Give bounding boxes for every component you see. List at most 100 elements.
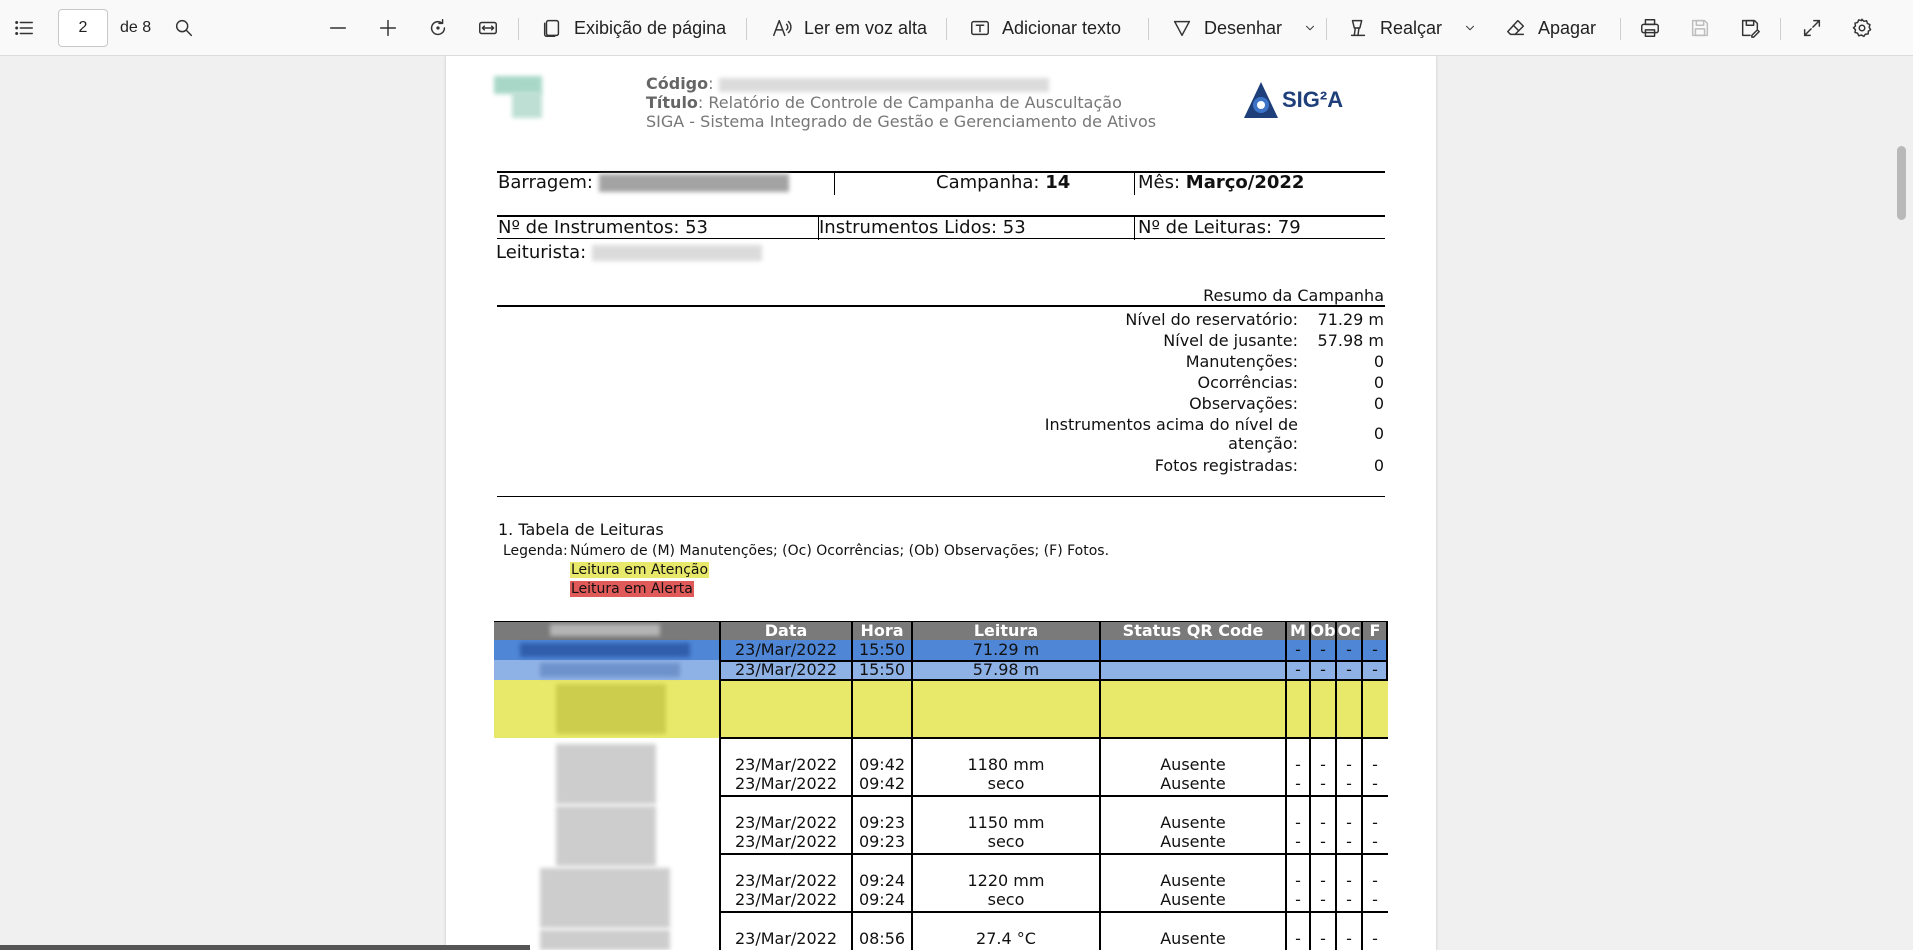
mes-label: Mês:: [1138, 172, 1181, 193]
draw-options-button[interactable]: [1296, 0, 1324, 56]
company-logo-part: [512, 92, 542, 118]
divider: [497, 238, 1385, 239]
cell-m: -: [1295, 871, 1301, 890]
column-divider: [851, 621, 853, 950]
barragem-field: Barragem:: [498, 172, 789, 193]
legenda-label: Legenda:: [503, 543, 568, 559]
draw-button[interactable]: Desenhar: [1168, 0, 1282, 56]
highlight-button[interactable]: Realçar: [1344, 0, 1442, 56]
read-aloud-button[interactable]: Ler em voz alta: [768, 0, 927, 56]
save-as-button[interactable]: [1736, 0, 1764, 56]
row-divider: [720, 737, 1388, 739]
resumo-title: Resumo da Campanha: [1203, 286, 1384, 305]
scroll-thumb[interactable]: [1897, 146, 1906, 220]
save-button[interactable]: [1686, 0, 1714, 56]
cell-oc: -: [1346, 871, 1352, 890]
plus-icon: [374, 14, 402, 42]
toolbar-divider: [746, 18, 747, 40]
cell-oc: -: [1346, 890, 1352, 909]
cell-date: 23/Mar/2022: [734, 755, 838, 774]
mes-value: Março/2022: [1185, 172, 1305, 193]
cell-oc: -: [1346, 640, 1352, 659]
toolbar-divider: [1780, 18, 1781, 40]
column-divider: [1309, 621, 1311, 950]
header-instrumento-redacted: [550, 624, 660, 636]
resumo-value: 0: [1373, 373, 1384, 392]
cell-ob: -: [1320, 813, 1326, 832]
draw-icon: [1168, 14, 1196, 42]
rotate-button[interactable]: [424, 0, 452, 56]
section-title: 1. Tabela de Leituras: [498, 520, 664, 539]
legend-alerta: Leitura em Alerta: [570, 581, 694, 597]
row-divider: [720, 795, 1388, 797]
cell-m: -: [1295, 832, 1301, 851]
erase-button[interactable]: Apagar: [1502, 0, 1596, 56]
header-system: SIGA - Sistema Integrado de Gestão e Ger…: [646, 112, 1157, 131]
gear-icon: [1848, 14, 1876, 42]
page-number-input[interactable]: [58, 9, 108, 47]
siga-logo: SIG²A: [1242, 80, 1343, 120]
cell-qr-status: Ausente: [1160, 929, 1226, 948]
legenda-text: Número de (M) Manutenções; (Oc) Ocorrênc…: [570, 543, 1110, 559]
cell-qr-status: Ausente: [1160, 871, 1226, 890]
save-as-icon: [1736, 14, 1764, 42]
vertical-scrollbar[interactable]: [1889, 56, 1913, 950]
instrumentos-lidos: Instrumentos Lidos: 53: [819, 217, 1026, 238]
cell-reading: 57.98 m: [972, 660, 1040, 679]
cell-date: 23/Mar/2022: [734, 813, 838, 832]
cell-oc: -: [1346, 755, 1352, 774]
cell-ob: -: [1320, 832, 1326, 851]
cell-date: 23/Mar/2022: [734, 660, 838, 679]
settings-button[interactable]: [1848, 0, 1876, 56]
page-total-label: de 8: [120, 19, 152, 36]
horizontal-scrollbar[interactable]: [0, 945, 530, 950]
read-aloud-label: Ler em voz alta: [804, 17, 928, 38]
siga-logo-text: SIG²A: [1282, 87, 1344, 112]
save-icon: [1686, 14, 1714, 42]
cell-time: 09:24: [858, 890, 906, 909]
print-button[interactable]: [1636, 0, 1664, 56]
chevron-down-icon: [1296, 14, 1324, 42]
cell-m: -: [1295, 755, 1301, 774]
cell-ob: -: [1320, 640, 1326, 659]
document-viewport[interactable]: Código: Título: Relatório de Controle de…: [0, 56, 1913, 950]
toolbar-divider: [946, 18, 947, 40]
leiturista-redacted: [591, 245, 762, 261]
fit-width-icon: [474, 14, 502, 42]
contents-button[interactable]: [10, 0, 38, 56]
fit-width-button[interactable]: [474, 0, 502, 56]
row-divider: [494, 621, 1388, 622]
cell-ob: -: [1320, 871, 1326, 890]
cell-f: -: [1372, 774, 1378, 793]
campanha-label: Campanha:: [936, 172, 1040, 193]
resumo-value: 57.98 m: [1317, 331, 1384, 350]
cell-oc: -: [1346, 660, 1352, 679]
divider: [818, 216, 819, 240]
resumo-row: Observações:: [1189, 394, 1298, 413]
cell-qr-status: Ausente: [1160, 813, 1226, 832]
cell-date: 23/Mar/2022: [734, 774, 838, 793]
highlight-options-button[interactable]: [1456, 0, 1484, 56]
cell-f: -: [1372, 660, 1378, 679]
page-view-button[interactable]: Exibição de página: [538, 0, 726, 56]
header-codigo: Código:: [646, 74, 1049, 93]
cell-oc: -: [1346, 832, 1352, 851]
fullscreen-button[interactable]: [1798, 0, 1826, 56]
cell-oc: -: [1346, 813, 1352, 832]
resumo-row: Nível do reservatório:: [1125, 310, 1298, 329]
cell-m: -: [1295, 640, 1301, 659]
zoom-out-button[interactable]: [324, 0, 352, 56]
cell-reading: 27.4 °C: [976, 929, 1036, 948]
resumo-row: Instrumentos acima do nível de: [1044, 415, 1298, 434]
divider: [497, 305, 1385, 307]
zoom-in-button[interactable]: [374, 0, 402, 56]
legend-atencao: Leitura em Atenção: [570, 562, 710, 578]
search-button[interactable]: [170, 0, 198, 56]
mes-field: Mês: Março/2022: [1138, 172, 1304, 193]
cell-date: 23/Mar/2022: [734, 929, 838, 948]
cell-m: -: [1295, 660, 1301, 679]
add-text-button[interactable]: Adicionar texto: [966, 0, 1121, 56]
resumo-row: Ocorrências:: [1197, 373, 1298, 392]
resumo-row: Manutenções:: [1185, 352, 1298, 371]
cell-time: 09:42: [858, 774, 906, 793]
